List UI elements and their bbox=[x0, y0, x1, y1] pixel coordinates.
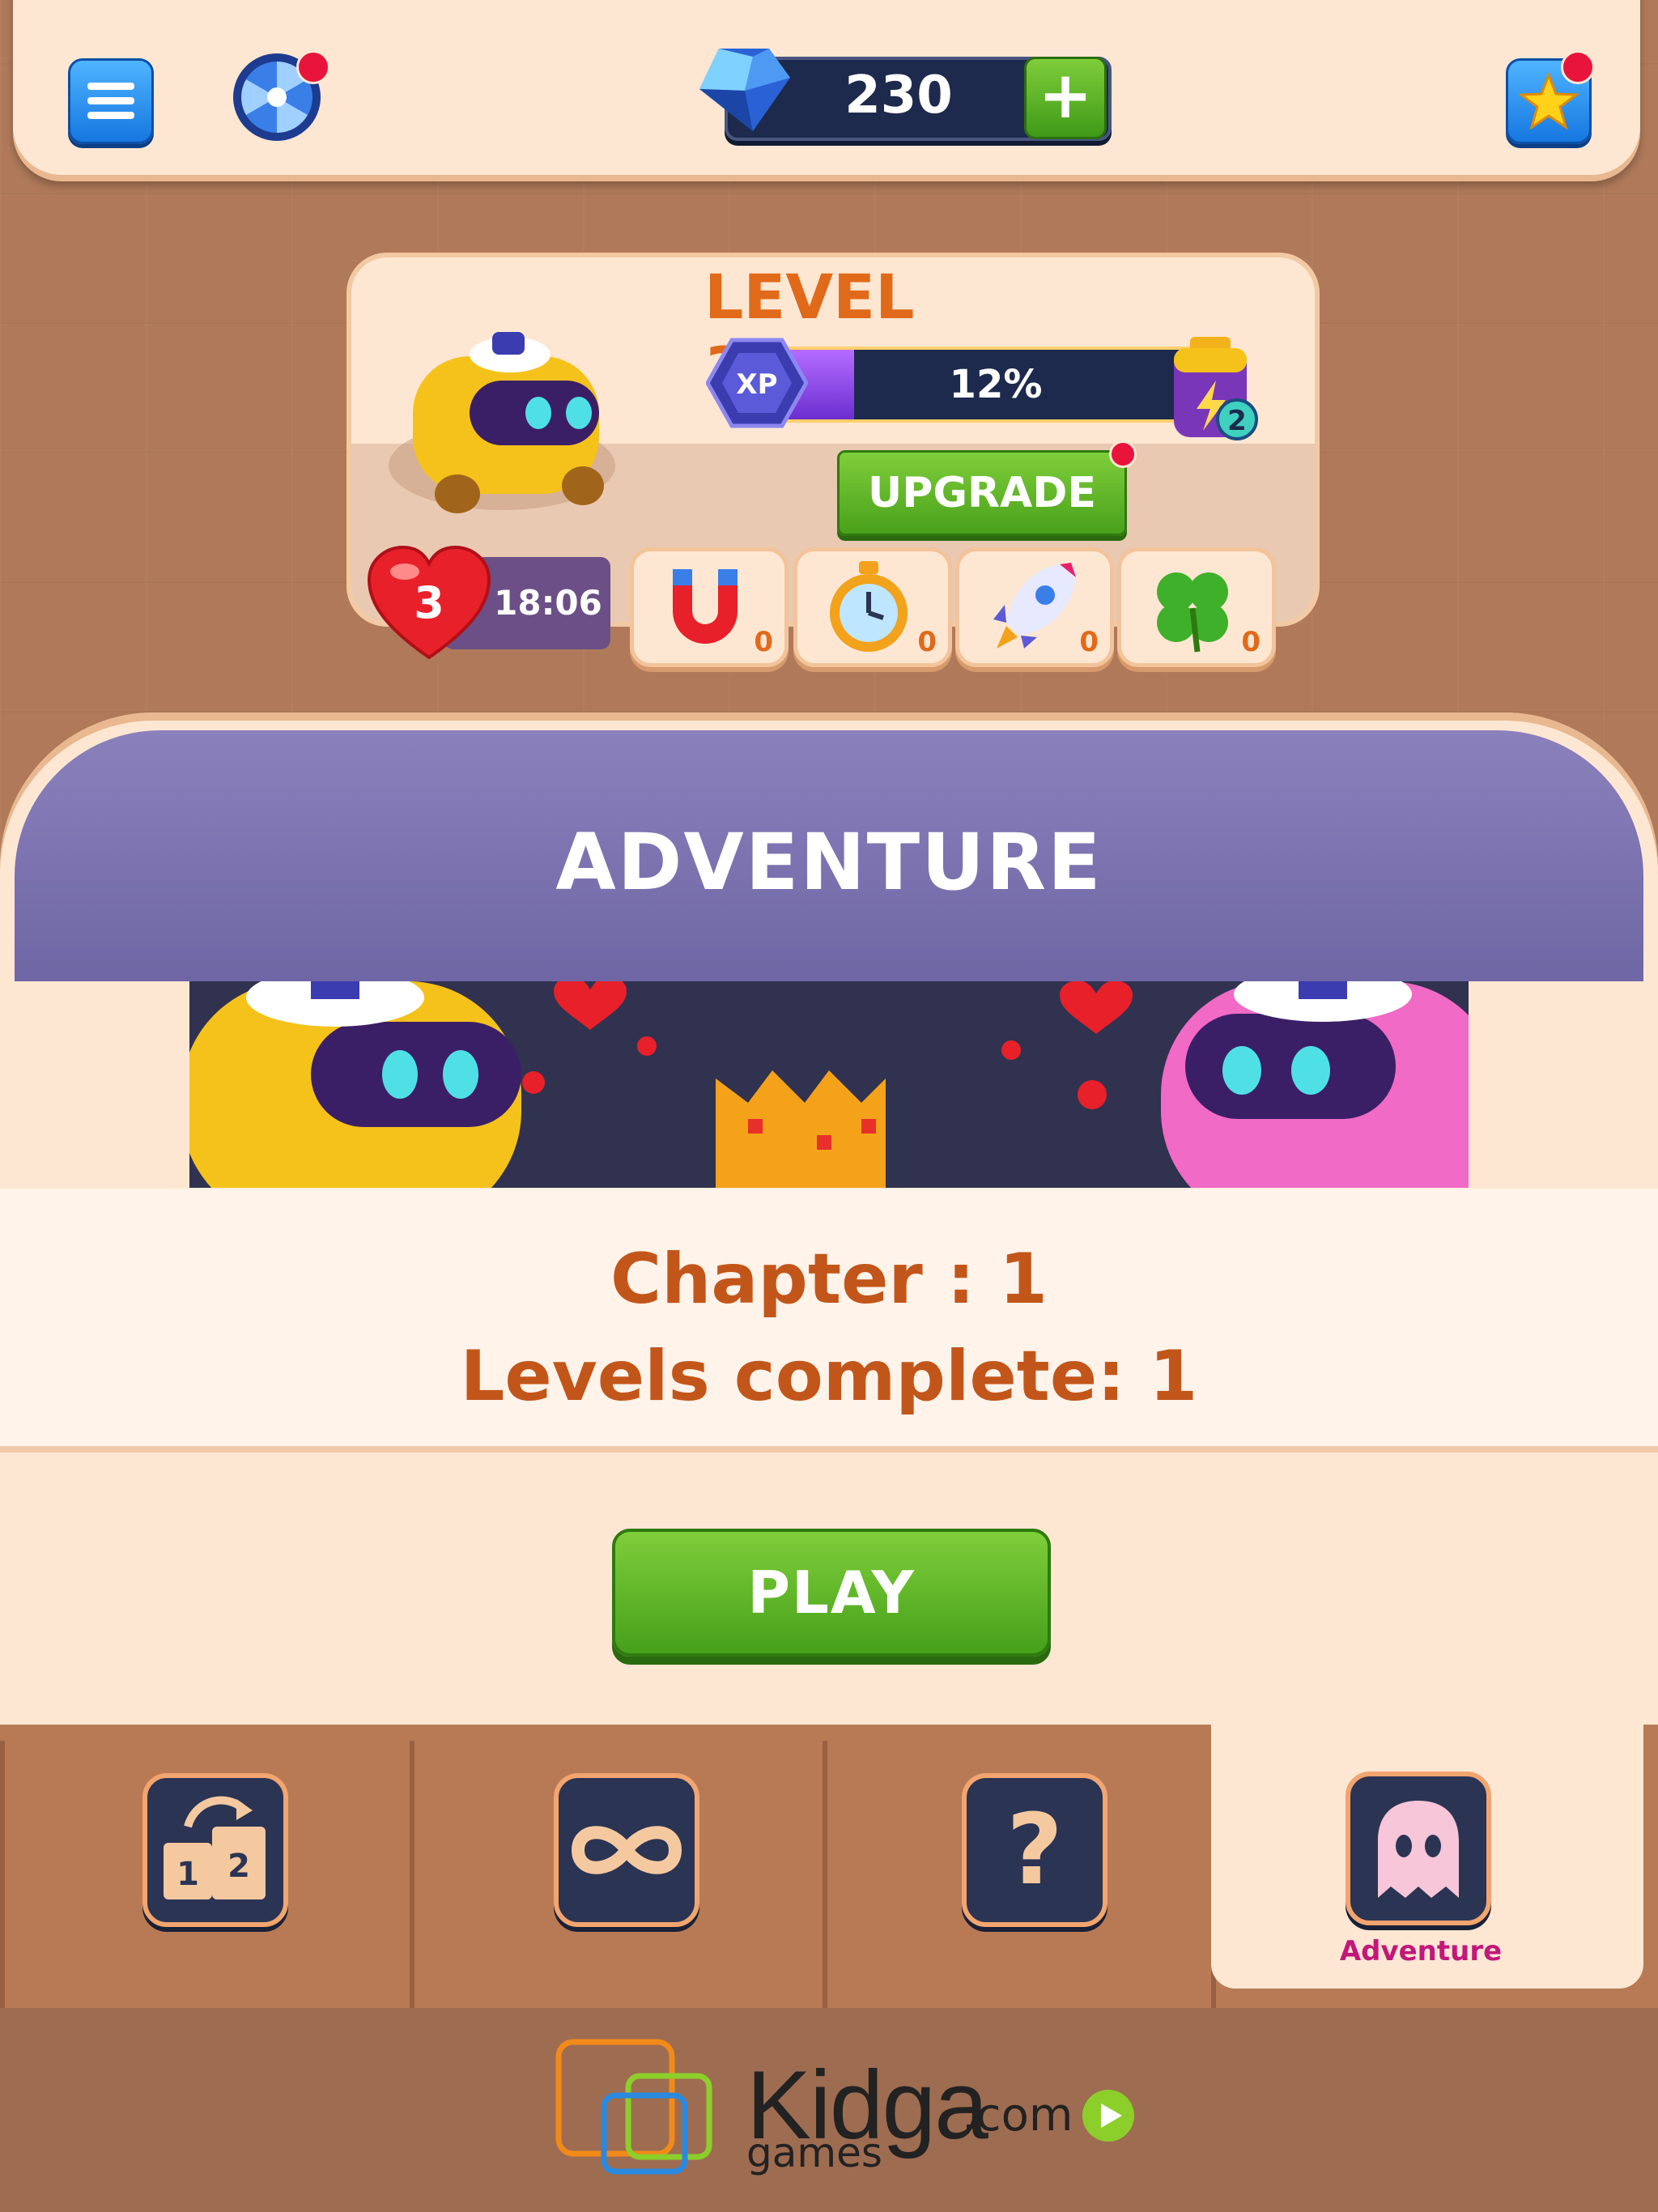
brand-domain: .com bbox=[962, 2089, 1073, 2142]
lives-count: 3 bbox=[414, 577, 444, 628]
lives-timer: 18:06 bbox=[494, 583, 602, 623]
favorite-notification-dot bbox=[1561, 50, 1595, 84]
hamburger-menu-icon bbox=[87, 83, 134, 119]
energy-battery-icon: 2 bbox=[1166, 332, 1263, 445]
kidga-logo-squares bbox=[555, 2037, 750, 2175]
magnet-icon bbox=[673, 569, 738, 644]
question-icon: ? bbox=[962, 1773, 1107, 1927]
nav-tab-quiz[interactable]: ? bbox=[823, 1741, 1216, 2008]
battery-count: 2 bbox=[1227, 405, 1247, 437]
rocket-icon bbox=[993, 563, 1076, 649]
booster-count: 0 bbox=[1079, 626, 1099, 658]
mode-title: ADVENTURE bbox=[555, 817, 1103, 908]
infinity-icon bbox=[554, 1773, 699, 1927]
booster-clover[interactable]: 0 bbox=[1117, 547, 1276, 667]
booster-count: 0 bbox=[754, 626, 773, 658]
svg-text:1: 1 bbox=[176, 1856, 199, 1893]
booster-count: 0 bbox=[1241, 626, 1261, 658]
booster-count: 0 bbox=[917, 626, 937, 658]
podium-icon: 1 2 bbox=[142, 1773, 288, 1927]
upgrade-notification-dot bbox=[1109, 440, 1137, 468]
blue-gem-icon bbox=[695, 40, 792, 138]
booster-stopwatch[interactable]: 0 bbox=[793, 547, 952, 667]
nav-tab-ranked[interactable]: 1 2 bbox=[0, 1741, 414, 2008]
svg-text:?: ? bbox=[1006, 1794, 1063, 1907]
nav-tab-adventure-label: Adventure bbox=[1339, 1935, 1503, 1967]
brand-sub: games bbox=[746, 2129, 882, 2176]
levels-complete-text: Levels complete: 1 bbox=[460, 1336, 1198, 1417]
booster-rocket[interactable]: 0 bbox=[955, 547, 1114, 667]
play-button[interactable]: PLAY bbox=[612, 1529, 1051, 1657]
upgrade-button[interactable]: UPGRADE bbox=[837, 450, 1127, 536]
booster-magnet[interactable]: 0 bbox=[630, 547, 789, 667]
xp-badge-label: XP bbox=[736, 368, 777, 401]
clover-icon bbox=[1157, 572, 1228, 653]
adventure-banner-image bbox=[189, 981, 1469, 1188]
chapter-text: Chapter : 1 bbox=[610, 1239, 1048, 1320]
player-robot-avatar bbox=[380, 324, 640, 526]
stopwatch-icon bbox=[830, 561, 908, 652]
ghost-icon bbox=[1346, 1772, 1491, 1925]
nav-tab-endless[interactable] bbox=[410, 1741, 827, 2008]
add-gems-button[interactable]: + bbox=[1024, 57, 1107, 139]
menu-button[interactable] bbox=[68, 58, 154, 144]
gem-count: 230 bbox=[844, 66, 953, 125]
play-store-icon[interactable] bbox=[1082, 2089, 1135, 2142]
svg-text:2: 2 bbox=[227, 1848, 250, 1885]
xp-badge-icon: XP bbox=[705, 337, 809, 429]
wheel-notification-dot bbox=[296, 50, 330, 84]
